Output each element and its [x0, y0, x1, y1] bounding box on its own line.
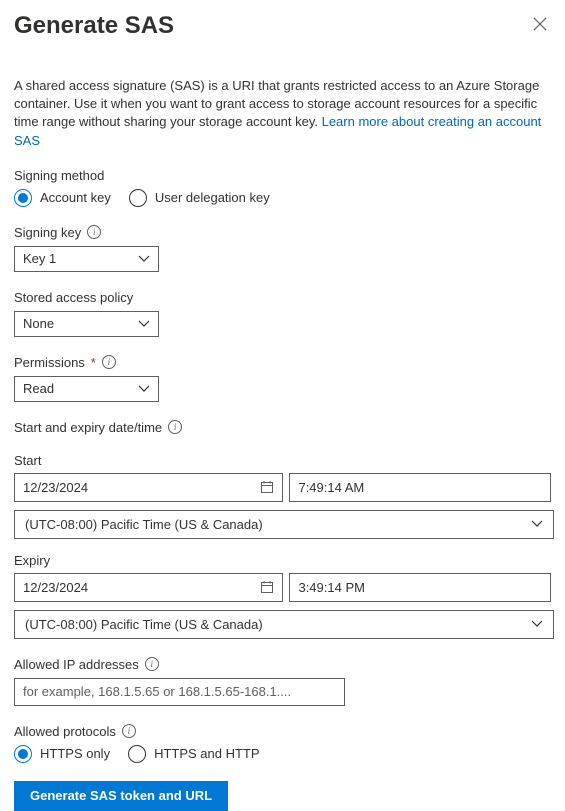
- date-value: 12/23/2024: [23, 580, 88, 595]
- radio-icon: [14, 745, 32, 763]
- time-value: 7:49:14 AM: [298, 480, 364, 495]
- chevron-down-icon: [531, 620, 543, 628]
- radio-icon: [129, 189, 147, 207]
- start-date-input[interactable]: 12/23/2024: [14, 473, 283, 502]
- info-icon[interactable]: i: [102, 355, 116, 369]
- start-time-input[interactable]: 7:49:14 AM: [289, 473, 551, 502]
- date-value: 12/23/2024: [23, 480, 88, 495]
- permissions-label: Permissions: [14, 355, 85, 370]
- stored-access-policy-dropdown[interactable]: None: [14, 311, 159, 337]
- start-expiry-label: Start and expiry date/time: [14, 420, 162, 435]
- calendar-icon: [260, 480, 274, 494]
- expiry-label: Expiry: [14, 553, 551, 568]
- start-label: Start: [14, 453, 551, 468]
- info-icon[interactable]: i: [168, 420, 182, 434]
- radio-user-delegation[interactable]: User delegation key: [129, 189, 270, 207]
- dropdown-value: Key 1: [23, 251, 56, 266]
- radio-label: Account key: [40, 190, 111, 205]
- signing-key-label: Signing key: [14, 225, 81, 240]
- calendar-icon: [260, 580, 274, 594]
- info-icon[interactable]: i: [87, 225, 101, 239]
- generate-sas-button[interactable]: Generate SAS token and URL: [14, 781, 228, 811]
- chevron-down-icon: [138, 320, 150, 328]
- info-icon[interactable]: i: [122, 724, 136, 738]
- allowed-protocols-label: Allowed protocols: [14, 724, 116, 739]
- radio-label: HTTPS and HTTP: [154, 746, 259, 761]
- radio-account-key[interactable]: Account key: [14, 189, 111, 207]
- page-title: Generate SAS: [14, 12, 174, 40]
- intro-text: A shared access signature (SAS) is a URI…: [14, 77, 551, 150]
- required-star-icon: *: [91, 355, 96, 370]
- close-icon[interactable]: [529, 12, 551, 38]
- radio-label: HTTPS only: [40, 746, 110, 761]
- chevron-down-icon: [531, 520, 543, 528]
- info-icon[interactable]: i: [145, 657, 159, 671]
- radio-https-only[interactable]: HTTPS only: [14, 745, 110, 763]
- signing-method-label: Signing method: [14, 168, 551, 183]
- dropdown-value: None: [23, 316, 54, 331]
- dropdown-value: (UTC-08:00) Pacific Time (US & Canada): [25, 517, 263, 532]
- radio-label: User delegation key: [155, 190, 270, 205]
- signing-key-dropdown[interactable]: Key 1: [14, 246, 159, 272]
- chevron-down-icon: [138, 385, 150, 393]
- radio-icon: [128, 745, 146, 763]
- start-timezone-dropdown[interactable]: (UTC-08:00) Pacific Time (US & Canada): [14, 510, 554, 539]
- allowed-ip-label: Allowed IP addresses: [14, 657, 139, 672]
- expiry-time-input[interactable]: 3:49:14 PM: [289, 573, 551, 602]
- allowed-ip-input[interactable]: [14, 678, 345, 706]
- chevron-down-icon: [138, 255, 150, 263]
- radio-https-and-http[interactable]: HTTPS and HTTP: [128, 745, 259, 763]
- radio-icon: [14, 189, 32, 207]
- dropdown-value: Read: [23, 381, 54, 396]
- permissions-dropdown[interactable]: Read: [14, 376, 159, 402]
- dropdown-value: (UTC-08:00) Pacific Time (US & Canada): [25, 617, 263, 632]
- stored-access-policy-label: Stored access policy: [14, 290, 551, 305]
- time-value: 3:49:14 PM: [298, 580, 365, 595]
- expiry-date-input[interactable]: 12/23/2024: [14, 573, 283, 602]
- expiry-timezone-dropdown[interactable]: (UTC-08:00) Pacific Time (US & Canada): [14, 610, 554, 639]
